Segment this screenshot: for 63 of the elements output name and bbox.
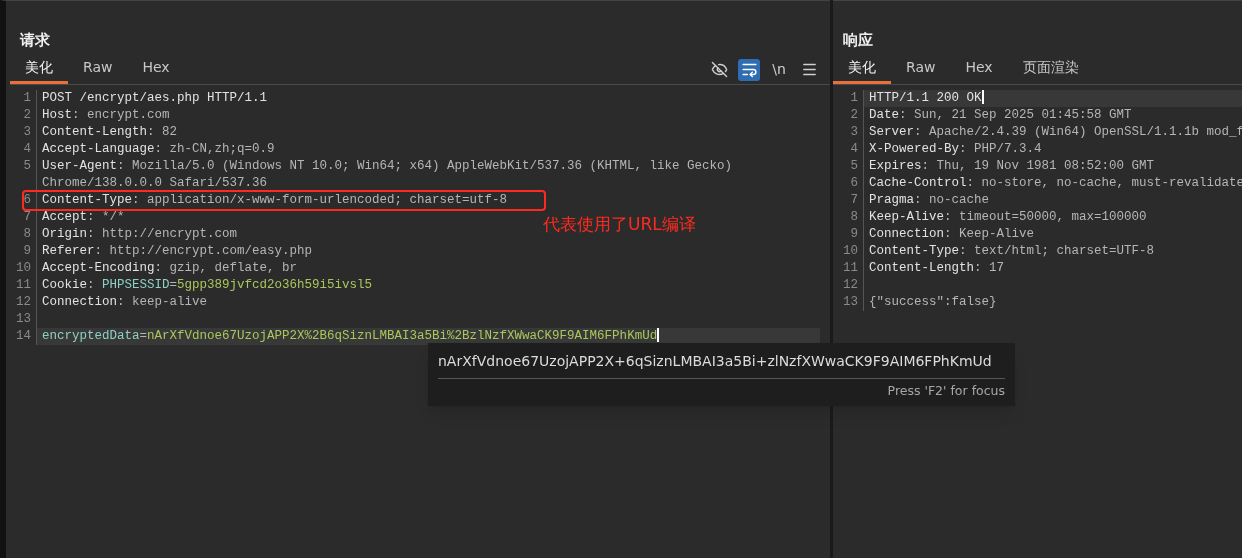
code-line: Keep-Alive: timeout=50000, max=100000 <box>869 209 1147 224</box>
view-tab[interactable]: 美化 <box>833 54 891 84</box>
code-line: Content-Length: 82 <box>42 124 178 139</box>
view-tab[interactable]: Hex <box>127 54 185 84</box>
panel-title: 请求 <box>20 30 50 51</box>
wrap-text-icon[interactable] <box>738 58 760 81</box>
code-line: Origin: http://encrypt.com <box>42 226 238 241</box>
line-number: 13 <box>833 293 864 311</box>
code-line: Content-Type: text/html; charset=UTF-8 <box>869 243 1155 258</box>
tooltip-text: nArXfVdnoe67UzojAPP2X+6qSiznLMBAI3a5Bi+zlNzfXWwaCK9F9AIM6FPhKmUd <box>438 352 992 371</box>
line-number: 13 <box>6 310 37 328</box>
code-line: Host: encrypt.com <box>42 107 170 122</box>
code-line: encryptedData=nArXfVdnoe67UzojAPP2X%2B6qSiznLMBAI3a5Bi%2BzlNzfXWwaCK9F9AIM6FPhKmUd <box>42 328 660 343</box>
code-line: Expires: Thu, 19 Nov 1981 08:52:00 GMT <box>869 158 1155 173</box>
code-line: Referer: http://encrypt.com/easy.php <box>42 243 313 258</box>
code-line: Content-Length: 17 <box>869 260 1005 275</box>
line-number: 6 <box>6 191 37 209</box>
tooltip-hint: Press 'F2' for focus <box>887 382 1005 400</box>
line-number: 7 <box>6 208 37 226</box>
line-number: 5 <box>833 157 864 175</box>
line-number: 11 <box>833 259 864 277</box>
code-line: {"success":false} <box>869 294 997 309</box>
panel-title: 响应 <box>843 30 873 51</box>
line-number: 8 <box>6 225 37 243</box>
code-line: Accept: */* <box>42 209 125 224</box>
code-line: POST /encrypt/aes.php HTTP/1.1 <box>42 90 268 105</box>
annotation-note: 代表使用了URL编译 <box>543 213 696 236</box>
code-line: User-Agent: Mozilla/5.0 (Windows NT 10.0; Win64; x64) AppleWebKit/537.36 (KHTML, like Gecko) <box>42 158 733 173</box>
code-line: Connection: keep-alive <box>42 294 208 309</box>
code-line: HTTP/1.1 200 OK <box>869 90 984 105</box>
line-number: 4 <box>6 140 37 158</box>
line-number: 12 <box>6 293 37 311</box>
view-tab[interactable]: Raw <box>68 54 128 84</box>
line-number: 7 <box>833 191 864 209</box>
code-line: Date: Sun, 21 Sep 2025 01:45:58 GMT <box>869 107 1132 122</box>
line-number: 11 <box>6 276 37 294</box>
code-line: Content-Type: application/x-www-form-urlencoded; charset=utf-8 <box>42 192 508 207</box>
line-number: 6 <box>833 174 864 192</box>
line-number: 1 <box>6 89 37 107</box>
line-number: 3 <box>6 123 37 141</box>
line-number: 10 <box>6 259 37 277</box>
code-line: X-Powered-By: PHP/7.3.4 <box>869 141 1042 156</box>
view-tab[interactable]: 美化 <box>10 54 68 84</box>
line-number: 3 <box>833 123 864 141</box>
newline-toggle[interactable]: \n <box>768 58 790 81</box>
line-number: 4 <box>833 140 864 158</box>
line-number: 2 <box>6 106 37 124</box>
line-number: 5 <box>6 157 37 175</box>
view-tab[interactable]: Raw <box>891 54 951 84</box>
code-line: Connection: Keep-Alive <box>869 226 1035 241</box>
code-line: Cookie: PHPSESSID=5gpp389jvfcd2o36h59i5ivsl5 <box>42 277 373 292</box>
code-line: Pragma: no-cache <box>869 192 990 207</box>
line-number: 9 <box>6 242 37 260</box>
line-number: 10 <box>833 242 864 260</box>
line-number: 9 <box>833 225 864 243</box>
line-number: 2 <box>833 106 864 124</box>
code-line: Accept-Language: zh-CN,zh;q=0.9 <box>42 141 275 156</box>
view-tab[interactable]: 页面渲染 <box>1007 54 1094 84</box>
line-number: 8 <box>833 208 864 226</box>
view-tab[interactable]: Hex <box>950 54 1008 84</box>
line-number: 12 <box>833 276 864 294</box>
code-line: Accept-Encoding: gzip, deflate, br <box>42 260 298 275</box>
code-line: Chrome/138.0.0.0 Safari/537.36 <box>41 174 268 192</box>
